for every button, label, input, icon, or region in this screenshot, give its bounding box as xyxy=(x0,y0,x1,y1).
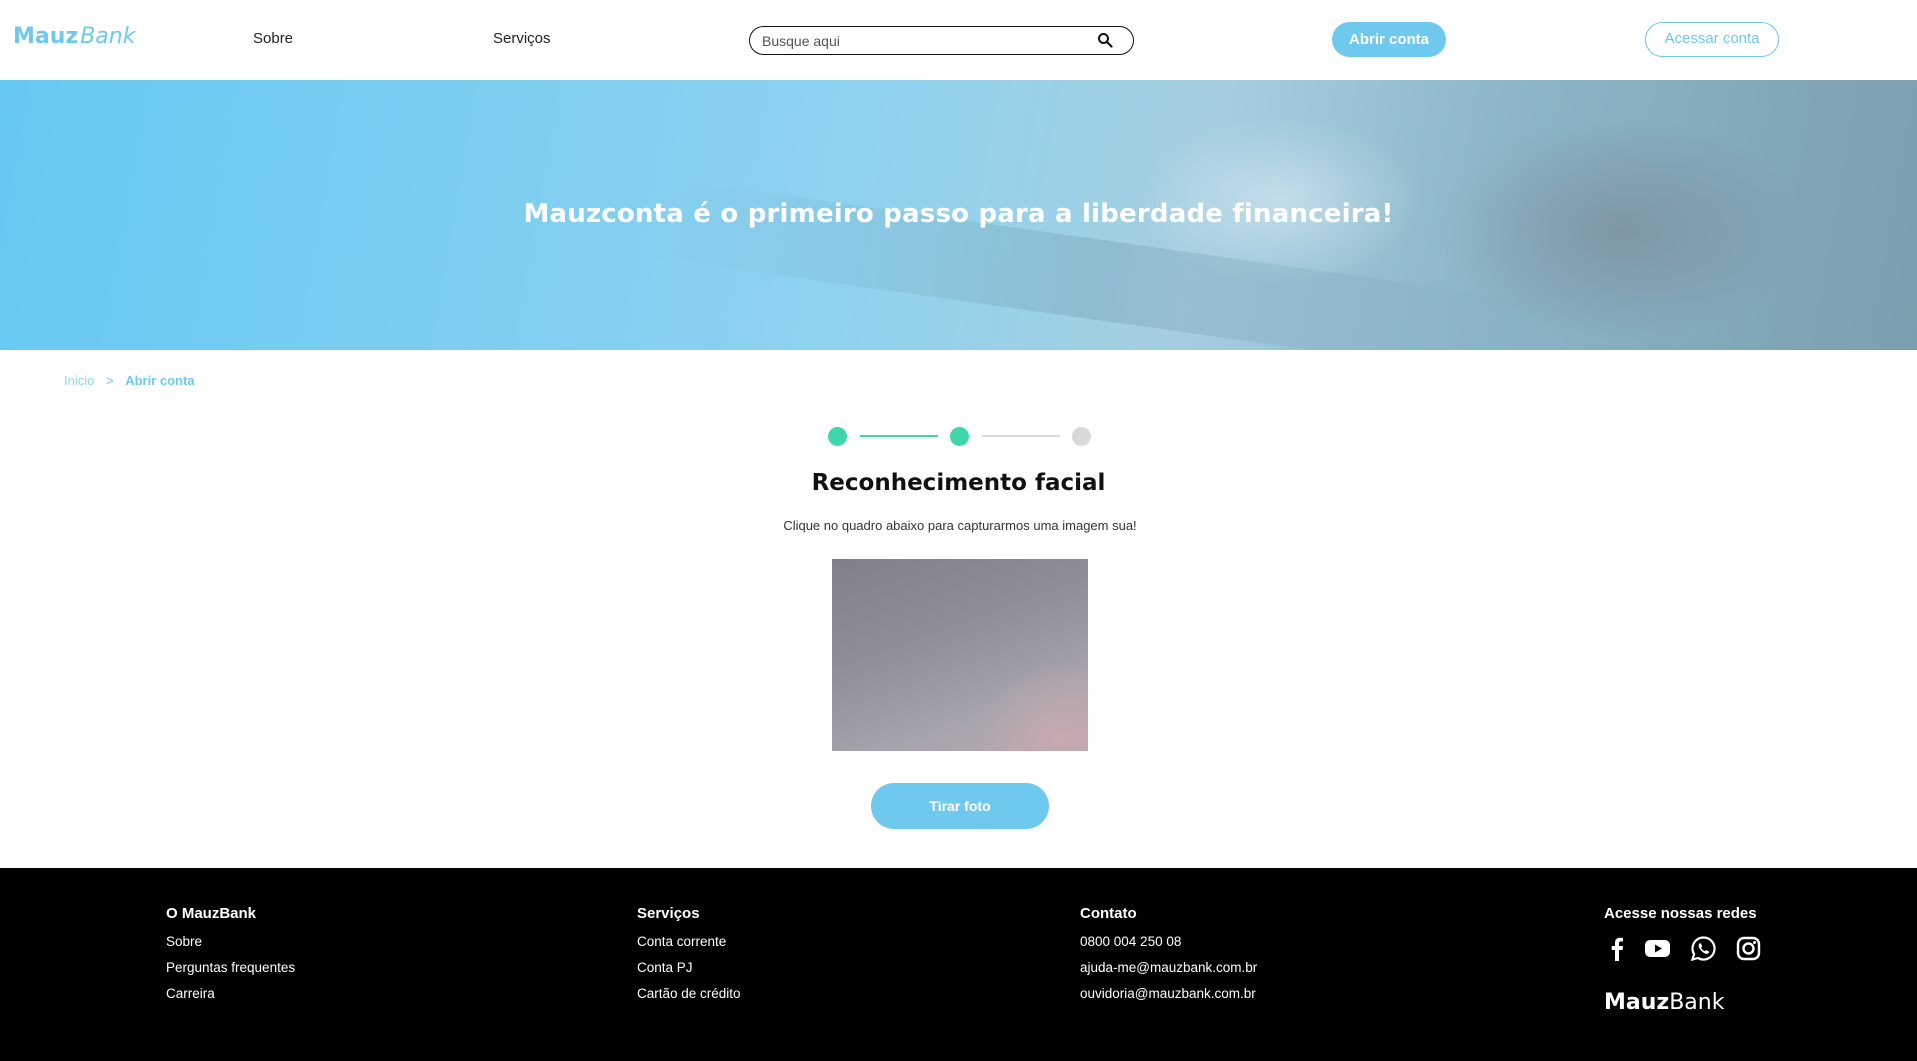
footer-column-contact: Contato 0800 004 250 08 ajuda-me@mauzban… xyxy=(1080,905,1257,1012)
breadcrumb-home-link[interactable]: Inicio xyxy=(64,373,94,388)
search-icon[interactable] xyxy=(1097,32,1113,48)
nav-sobre-link[interactable]: Sobre xyxy=(253,30,293,47)
site-header: MauzBank Sobre Serviços Abrir conta Aces… xyxy=(0,0,1917,80)
footer-column-title: Acesse nossas redes xyxy=(1604,905,1757,922)
youtube-icon[interactable] xyxy=(1644,935,1671,962)
footer-link-conta-corrente[interactable]: Conta corrente xyxy=(637,934,741,949)
footer-logo: MauzBank xyxy=(1604,990,1724,1015)
footer-email-ombudsman[interactable]: ouvidoria@mauzbank.com.br xyxy=(1080,986,1257,1001)
footer-link-carreira[interactable]: Carreira xyxy=(166,986,295,1001)
footer-email-help[interactable]: ajuda-me@mauzbank.com.br xyxy=(1080,960,1257,975)
facebook-icon[interactable] xyxy=(1604,935,1631,962)
footer-link-cartao[interactable]: Cartão de crédito xyxy=(637,986,741,1001)
step-2-dot xyxy=(950,427,969,446)
footer-column-title: Serviços xyxy=(637,905,700,922)
breadcrumb-current: Abrir conta xyxy=(125,373,195,388)
section-title: Reconhecimento facial xyxy=(811,470,1106,496)
camera-preview-frame[interactable] xyxy=(832,559,1088,751)
step-connector-1 xyxy=(860,435,938,437)
step-connector-2 xyxy=(982,435,1060,437)
footer-link-faq[interactable]: Perguntas frequentes xyxy=(166,960,295,975)
breadcrumb: Inicio > Abrir conta xyxy=(64,373,195,388)
footer-column-title: O MauzBank xyxy=(166,905,257,922)
footer-phone[interactable]: 0800 004 250 08 xyxy=(1080,934,1257,949)
logo-part-1: Mauz xyxy=(13,24,79,49)
nav-servicos-link[interactable]: Serviços xyxy=(493,30,551,47)
site-footer: O MauzBank Sobre Perguntas frequentes Ca… xyxy=(0,868,1917,1061)
step-3-dot xyxy=(1072,427,1091,446)
instagram-icon[interactable] xyxy=(1735,935,1762,962)
footer-column-services: Serviços Conta corrente Conta PJ Cartão … xyxy=(637,905,741,1012)
take-photo-button[interactable]: Tirar foto xyxy=(871,783,1049,829)
brand-logo[interactable]: MauzBank xyxy=(13,24,135,49)
search-input[interactable] xyxy=(762,31,1092,50)
access-account-button[interactable]: Acessar conta xyxy=(1645,22,1779,57)
footer-logo-part-1: Mauz xyxy=(1604,990,1670,1015)
step-1-dot xyxy=(828,427,847,446)
footer-link-sobre[interactable]: Sobre xyxy=(166,934,295,949)
whatsapp-icon[interactable] xyxy=(1690,935,1717,962)
hero-banner: Mauzconta é o primeiro passo para a libe… xyxy=(0,80,1917,350)
social-icons xyxy=(1604,935,1774,963)
logo-part-2: Bank xyxy=(80,24,136,49)
instruction-text: Clique no quadro abaixo para capturarmos… xyxy=(783,518,1137,533)
open-account-button[interactable]: Abrir conta xyxy=(1332,22,1446,57)
footer-column-about: O MauzBank Sobre Perguntas frequentes Ca… xyxy=(166,905,295,1012)
footer-column-title: Contato xyxy=(1080,905,1137,922)
breadcrumb-separator: > xyxy=(105,373,114,388)
hero-title: Mauzconta é o primeiro passo para a libe… xyxy=(523,199,1394,229)
footer-logo-part-2: Bank xyxy=(1669,990,1725,1015)
footer-link-conta-pj[interactable]: Conta PJ xyxy=(637,960,741,975)
search-bar xyxy=(749,26,1134,55)
footer-column-socials: Acesse nossas redes xyxy=(1604,905,1757,934)
